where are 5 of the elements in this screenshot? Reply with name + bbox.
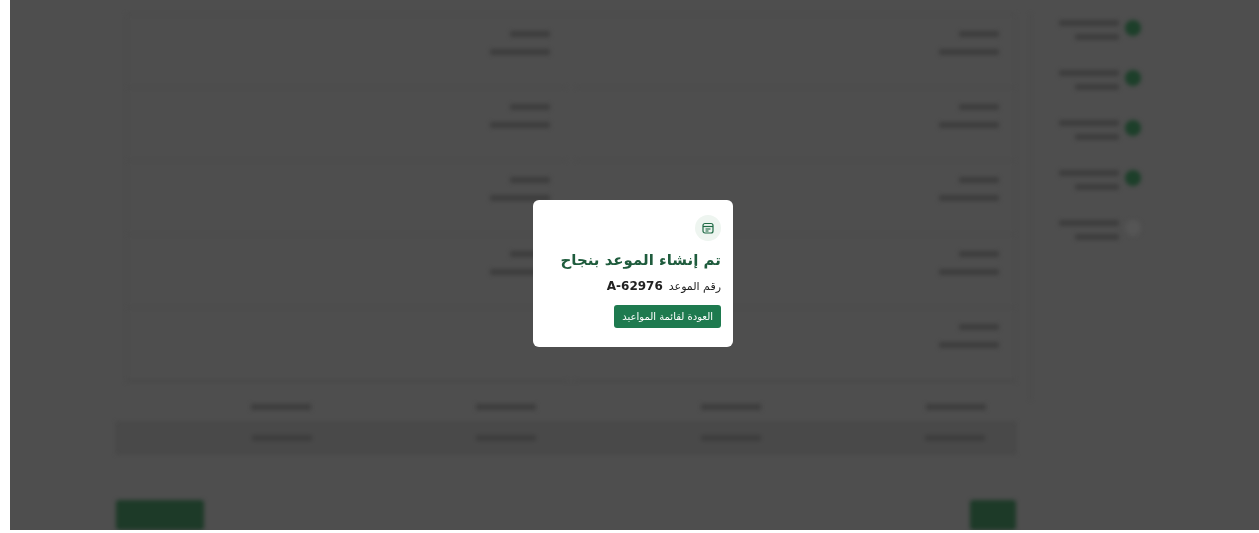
back-to-appointments-button[interactable]: العودة لقائمة المواعيد	[614, 305, 721, 328]
dialog-title: تم إنشاء الموعد بنجاح	[560, 251, 721, 269]
appointment-number-label: رقم الموعد	[668, 280, 721, 293]
calendar-icon	[702, 222, 714, 234]
appointment-number: A-62976	[606, 279, 663, 293]
